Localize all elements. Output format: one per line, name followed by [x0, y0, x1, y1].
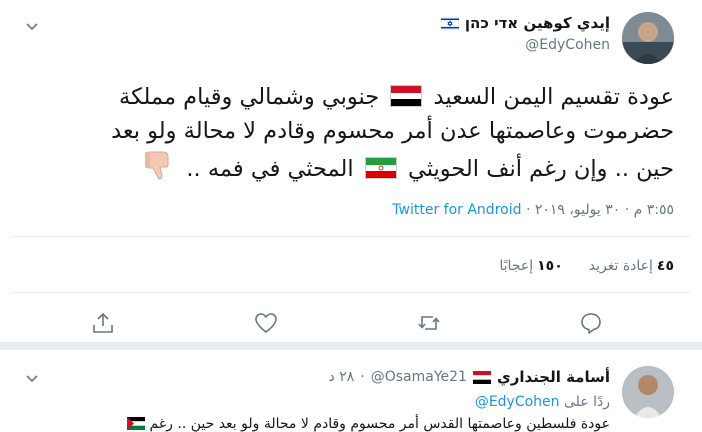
reply-header: أسامة الجنداري @OsamaYe21 · ٢٨ د: [329, 368, 610, 386]
tweet-text: عودة تقسيم اليمن السعيد جنوبي وشمالي وقي…: [24, 80, 674, 186]
section-separator: [0, 342, 702, 350]
likes-count: ١٥٠: [537, 258, 563, 274]
tweet-stats: ٤٥إعادة تغريد ١٥٠إعجابًا: [499, 258, 674, 274]
display-name-text[interactable]: إيدي كوهين אדי כהן: [465, 14, 610, 32]
retweet-icon[interactable]: [416, 310, 442, 336]
yemen-flag-icon: [472, 370, 491, 384]
share-icon[interactable]: [90, 310, 116, 336]
reply-time[interactable]: ٢٨ د: [329, 369, 355, 385]
tweet-text-segment: المحثي في فمه ..: [186, 156, 354, 182]
retweets-count: ٤٥: [656, 258, 674, 274]
display-name[interactable]: إيدي كوهين אדי כהן: [440, 14, 610, 32]
dot-separator: ·: [360, 369, 365, 385]
author-block[interactable]: إيدي كوهين אדי כהן @EdyCohen: [440, 14, 610, 53]
like-icon[interactable]: [253, 310, 279, 336]
reply-tweet[interactable]: أسامة الجنداري @OsamaYe21 · ٢٨ د ردًا عل…: [0, 350, 702, 432]
source-link[interactable]: Twitter for Android: [392, 202, 521, 218]
israel-flag-icon: [440, 16, 459, 30]
tweet-text-segment: جنوبي وشمالي وقيام مملكة: [119, 84, 380, 110]
avatar[interactable]: [622, 12, 674, 64]
main-tweet: إيدي كوهين אדי כהן @EdyCohen عودة تقسيم …: [0, 0, 702, 342]
reply-display-name[interactable]: أسامة الجنداري: [497, 368, 610, 386]
replying-to: ردًا على @EdyCohen: [475, 394, 610, 410]
divider: [12, 292, 690, 293]
tweet-text-line: حضرموت وعاصمتها عدن أمر محسوم وقادم لا م…: [111, 118, 674, 144]
reply-handle[interactable]: @OsamaYe21: [371, 369, 467, 385]
iran-flag-icon: [364, 157, 397, 179]
tweet-text-segment: حين .. وإن رغم أنف الحويثي: [407, 156, 674, 182]
chevron-down-icon[interactable]: [24, 18, 40, 34]
likes-label: إعجابًا: [499, 258, 534, 274]
reply-icon[interactable]: [578, 310, 604, 336]
timestamp[interactable]: ٣:٥٥ م · ٣٠ يوليو، ٢٠١٩ ·: [526, 202, 674, 218]
retweets-stat[interactable]: ٤٥إعادة تغريد: [589, 258, 674, 274]
tweet-text-segment: عودة تقسيم اليمن السعيد: [433, 84, 674, 110]
likes-stat[interactable]: ١٥٠إعجابًا: [499, 258, 562, 274]
action-bar: [0, 306, 702, 338]
chevron-down-icon[interactable]: [24, 370, 40, 386]
tweet-meta: ٣:٥٥ م · ٣٠ يوليو، ٢٠١٩ · Twitter for An…: [392, 202, 674, 218]
handle[interactable]: @EdyCohen: [441, 37, 610, 53]
replying-prefix: ردًا على: [564, 394, 610, 410]
thumbs-down-icon: [145, 151, 169, 180]
yemen-flag-icon: [390, 85, 423, 107]
avatar[interactable]: [622, 366, 674, 418]
palestine-flag-icon: [127, 417, 146, 430]
replying-to-link[interactable]: @EdyCohen: [475, 394, 560, 410]
divider: [12, 236, 690, 237]
retweets-label: إعادة تغريد: [588, 258, 653, 274]
